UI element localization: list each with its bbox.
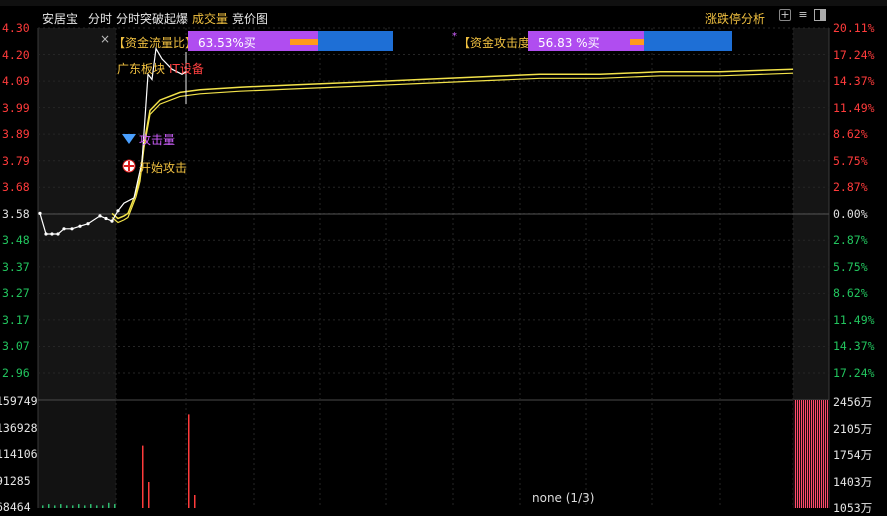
- price-tick: 3.48: [2, 233, 30, 248]
- volume-tick-left: 91285: [0, 473, 31, 488]
- attack-volume-marker: [122, 134, 136, 144]
- fund-flow-bar: 63.53%买: [188, 31, 318, 51]
- price-tick: 4.09: [2, 74, 30, 89]
- fund-flow-fill: [290, 39, 318, 45]
- volume-bar-dense: [825, 400, 826, 508]
- volume-tick-right: 1403万: [833, 474, 873, 489]
- price-tick: 3.68: [2, 180, 30, 195]
- price-point: [86, 222, 90, 226]
- price-tick: 3.79: [2, 153, 30, 168]
- volume-tick-right: 1053万: [833, 501, 873, 515]
- volume-bar-dense: [807, 400, 808, 508]
- price-tick: 3.27: [2, 286, 30, 301]
- pager-text[interactable]: none (1/3): [532, 491, 594, 505]
- fund-attack-bar: 56.83 %买: [528, 31, 644, 51]
- volume-bar: [148, 482, 150, 508]
- volume-bar-dense: [823, 400, 824, 508]
- attack-volume-label: 攻击量: [139, 133, 176, 147]
- price-tick: 3.89: [2, 127, 30, 142]
- price-tick: 4.20: [2, 47, 30, 62]
- percent-tick: 5.75%: [833, 259, 868, 274]
- fund-attack-fill: [630, 39, 644, 45]
- percent-tick: 17.24%: [833, 47, 875, 62]
- price-tick: 2.96: [2, 366, 30, 380]
- percent-tick: 14.37%: [833, 339, 875, 354]
- price-point: [78, 224, 82, 228]
- price-point: [62, 227, 66, 231]
- volume-bar-dense: [803, 400, 804, 508]
- volume-bar-dense: [827, 400, 828, 508]
- volume-bar: [60, 504, 62, 508]
- volume-bar: [114, 504, 116, 508]
- price-tick: 3.17: [2, 312, 30, 327]
- volume-bar-dense: [817, 400, 818, 508]
- average-price-line-outer: [111, 72, 794, 224]
- volume-bar: [78, 504, 80, 508]
- price-point: [98, 214, 102, 218]
- fund-flow-label: 【资金流量比】: [113, 36, 198, 50]
- price-point: [44, 232, 48, 236]
- volume-bar-dense: [809, 400, 810, 508]
- fund-attack-sell-bar: [644, 31, 732, 51]
- volume-tick-left: 159749: [0, 394, 38, 408]
- percent-tick: 20.11%: [833, 21, 875, 35]
- price-point: [104, 216, 108, 221]
- volume-tick-right: 2105万: [833, 421, 873, 436]
- percent-tick: 5.75%: [833, 153, 868, 168]
- percent-tick: 0.00%: [833, 206, 868, 221]
- volume-bar-dense: [799, 400, 800, 508]
- percent-tick: 8.62%: [833, 286, 868, 301]
- start-attack-label: 开始攻击: [139, 161, 188, 175]
- price-point: [38, 211, 42, 215]
- price-tick: 3.58: [2, 206, 30, 221]
- volume-bar-dense: [811, 400, 812, 508]
- volume-bar: [108, 502, 110, 508]
- volume-bar-dense: [815, 400, 816, 508]
- sector-label: 广东板块: [117, 62, 166, 76]
- price-point: [56, 232, 60, 236]
- price-point: [70, 227, 74, 231]
- volume-tick-left: 114106: [0, 447, 38, 461]
- volume-bar: [90, 504, 92, 508]
- percent-tick: 14.37%: [833, 74, 875, 89]
- fund-attack-panel: 【资金攻击度】 56.83 %买: [458, 30, 732, 52]
- volume-bar-dense: [821, 400, 822, 508]
- volume-bar: [142, 445, 144, 508]
- percent-tick: 11.49%: [833, 312, 875, 327]
- volume-bar-dense: [795, 400, 796, 508]
- volume-bar-dense: [801, 400, 802, 508]
- industry-label: IT设备: [169, 62, 204, 76]
- price-point: [116, 209, 120, 213]
- volume-bar-dense: [813, 400, 814, 508]
- fund-attack-value: 56.83 %买: [538, 36, 600, 50]
- volume-tick-left: 136928: [0, 420, 38, 435]
- volume-bar-dense: [797, 400, 798, 508]
- percent-tick: 8.62%: [833, 127, 868, 142]
- volume-tick-right: 1754万: [833, 448, 873, 462]
- price-point: [110, 219, 114, 223]
- fund-flow-close-icon[interactable]: ×: [100, 32, 110, 46]
- percent-tick: 17.24%: [833, 366, 875, 380]
- price-tick: 3.37: [2, 259, 30, 274]
- volume-bar-dense: [805, 400, 806, 508]
- fund-flow-sell-bar: [318, 31, 393, 51]
- price-tick: 3.07: [2, 339, 30, 354]
- percent-tick: 11.49%: [833, 100, 875, 115]
- volume-bar: [194, 495, 196, 508]
- percent-tick: 2.87%: [833, 233, 868, 248]
- volume-tick-left: 68464: [0, 500, 31, 514]
- volume-tick-right: 2456万: [833, 395, 873, 409]
- price-point: [50, 232, 54, 236]
- percent-tick: 2.87%: [833, 180, 868, 195]
- volume-bar: [188, 414, 190, 508]
- price-tick: 4.30: [2, 21, 30, 35]
- volume-bar-dense: [819, 400, 820, 508]
- fund-flow-panel: 【资金流量比】 63.53%买: [113, 30, 393, 52]
- fund-attack-marker: *: [452, 31, 457, 42]
- pre-market-volume-area: [38, 400, 116, 508]
- fund-flow-value: 63.53%买: [198, 36, 256, 50]
- price-tick: 3.99: [2, 100, 30, 115]
- volume-bar: [48, 504, 50, 508]
